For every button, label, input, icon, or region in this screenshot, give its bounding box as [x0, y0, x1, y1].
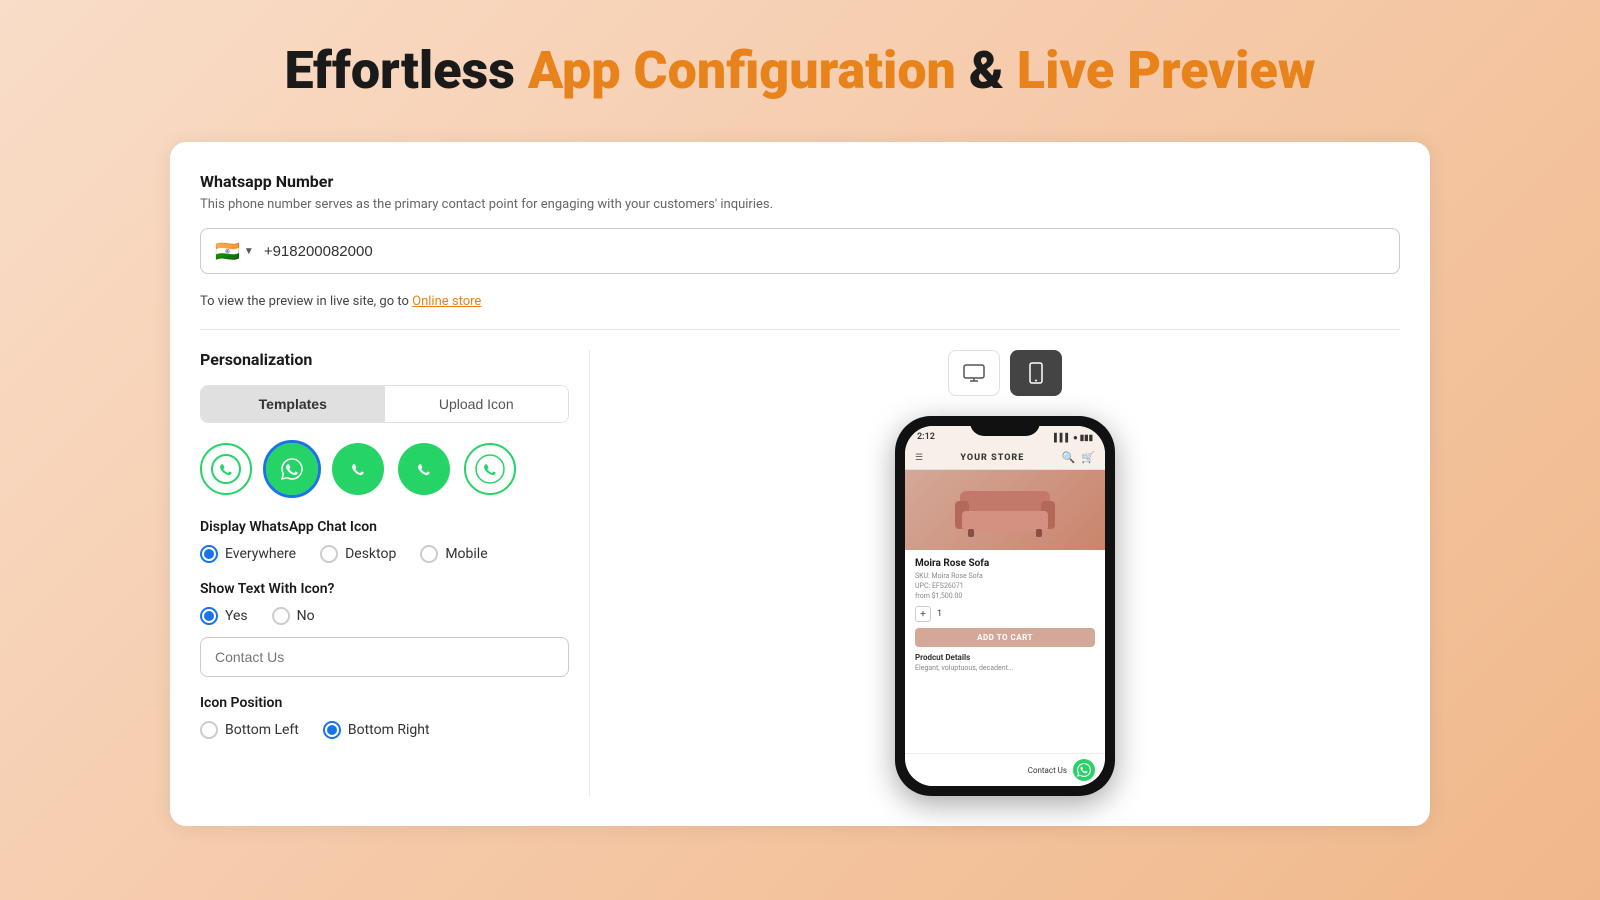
preview-note: To view the preview in live site, go to … [200, 294, 1400, 309]
radio-desktop[interactable]: Desktop [320, 545, 396, 563]
wa-template-icon-4[interactable] [398, 443, 450, 495]
radio-yes-circle [200, 607, 218, 625]
product-sku: SKU: Moira Rose Sofa [915, 572, 1095, 580]
show-text-group: Show Text With Icon? Yes No [200, 581, 569, 677]
monitor-icon [963, 364, 985, 382]
phone-input-wrapper: 🇮🇳 ▼ [200, 228, 1400, 274]
radio-mobile-label: Mobile [445, 546, 487, 562]
radio-bottom-right-circle [323, 721, 341, 739]
nav-icons: 🔍 🛒 [1062, 451, 1095, 464]
phone-nav-bar: ☰ YOUR STORE 🔍 🛒 [905, 446, 1105, 470]
title-word4: Live Preview [1017, 40, 1316, 101]
icon-position-label: Icon Position [200, 695, 569, 711]
product-upc: UPC: EFS26071 [915, 582, 1095, 590]
icon-position-radio-group: Bottom Left Bottom Right [200, 721, 569, 739]
product-description: Elegant, voluptuous, decadent... [915, 664, 1095, 672]
qty-minus-btn[interactable]: + [915, 606, 931, 622]
chevron-down-icon: ▼ [244, 246, 254, 257]
radio-bottom-right[interactable]: Bottom Right [323, 721, 430, 739]
main-card: Whatsapp Number This phone number serves… [170, 142, 1430, 826]
hamburger-icon: ☰ [915, 453, 923, 463]
whatsapp-bar: Contact Us [905, 753, 1105, 786]
whatsapp-section: Whatsapp Number This phone number serves… [200, 172, 1400, 309]
flag-icon: 🇮🇳 [215, 239, 240, 263]
wa-template-icon-3[interactable] [332, 443, 384, 495]
phone-frame: 2:12 ▌▌▌ ● ▮▮▮ ☰ YOUR STORE 🔍 🛒 [895, 416, 1115, 796]
desktop-device-btn[interactable] [948, 350, 1000, 396]
personalization-title: Personalization [200, 350, 569, 369]
product-name: Moira Rose Sofa [915, 558, 1095, 569]
display-icon-group: Display WhatsApp Chat Icon Everywhere De… [200, 519, 569, 563]
tab-bar: Templates Upload Icon [200, 385, 569, 423]
cart-icon: 🛒 [1081, 451, 1095, 464]
phone-number-input[interactable] [264, 243, 1385, 260]
title-word2: App Configuration [528, 40, 956, 101]
sofa-illustration [950, 483, 1060, 538]
phone-time: 2:12 [917, 432, 935, 442]
contact-text-input[interactable] [200, 637, 569, 677]
product-details-header: Prodcut Details [915, 653, 1095, 662]
radio-bottom-left-label: Bottom Left [225, 722, 299, 738]
radio-everywhere-inner [204, 549, 214, 559]
wa-template-icon-2[interactable] [266, 443, 318, 495]
add-to-cart-btn[interactable]: ADD TO CART [915, 628, 1095, 647]
show-text-label: Show Text With Icon? [200, 581, 569, 597]
section-divider [200, 329, 1400, 330]
device-selector [948, 350, 1062, 396]
title-word3: & [969, 40, 1017, 101]
tab-upload-icon[interactable]: Upload Icon [385, 386, 569, 422]
radio-no-circle [272, 607, 290, 625]
radio-mobile[interactable]: Mobile [420, 545, 487, 563]
radio-desktop-label: Desktop [345, 546, 396, 562]
contact-text-wrapper [200, 637, 569, 677]
radio-no[interactable]: No [272, 607, 315, 625]
radio-bottom-left[interactable]: Bottom Left [200, 721, 299, 739]
whatsapp-chat-icon [1077, 763, 1091, 777]
contact-us-text: Contact Us [1028, 766, 1067, 775]
whatsapp-float-icon[interactable] [1073, 759, 1095, 781]
radio-everywhere-circle [200, 545, 218, 563]
radio-bottom-right-inner [327, 725, 337, 735]
whatsapp-desc: This phone number serves as the primary … [200, 197, 1400, 212]
qty-value: 1 [937, 609, 942, 619]
quantity-row: + 1 [915, 606, 1095, 622]
tab-templates[interactable]: Templates [201, 386, 385, 422]
radio-bottom-right-label: Bottom Right [348, 722, 430, 738]
display-icon-radio-group: Everywhere Desktop Mobile [200, 545, 569, 563]
show-text-radio-group: Yes No [200, 607, 569, 625]
template-icons [200, 443, 569, 495]
left-panel: Personalization Templates Upload Icon [200, 350, 590, 796]
whatsapp-label: Whatsapp Number [200, 172, 1400, 191]
icon-position-group: Icon Position Bottom Left Bottom Right [200, 695, 569, 739]
wa-template-icon-1[interactable] [200, 443, 252, 495]
radio-everywhere-label: Everywhere [225, 546, 296, 562]
online-store-link[interactable]: Online store [412, 294, 481, 309]
phone-status-icons: ▌▌▌ ● ▮▮▮ [1054, 433, 1093, 442]
right-panel: 2:12 ▌▌▌ ● ▮▮▮ ☰ YOUR STORE 🔍 🛒 [590, 350, 1400, 796]
display-icon-label: Display WhatsApp Chat Icon [200, 519, 569, 535]
radio-yes[interactable]: Yes [200, 607, 248, 625]
phone-screen: 2:12 ▌▌▌ ● ▮▮▮ ☰ YOUR STORE 🔍 🛒 [905, 426, 1105, 786]
flag-selector[interactable]: 🇮🇳 ▼ [215, 239, 254, 263]
radio-everywhere[interactable]: Everywhere [200, 545, 296, 563]
bottom-panels: Personalization Templates Upload Icon [200, 350, 1400, 796]
phone-notch [970, 416, 1040, 436]
radio-no-label: No [297, 608, 315, 624]
radio-mobile-circle [420, 545, 438, 563]
title-word1: Effortless [284, 40, 514, 101]
radio-yes-inner [204, 611, 214, 621]
radio-bottom-left-circle [200, 721, 218, 739]
product-info: Moira Rose Sofa SKU: Moira Rose Sofa UPC… [905, 550, 1105, 680]
search-icon: 🔍 [1062, 451, 1076, 464]
product-image [905, 470, 1105, 550]
wa-template-icon-5[interactable] [464, 443, 516, 495]
radio-desktop-circle [320, 545, 338, 563]
radio-yes-label: Yes [225, 608, 248, 624]
mobile-icon [1029, 362, 1043, 384]
page-title: Effortless App Configuration & Live Prev… [284, 40, 1315, 102]
store-name: YOUR STORE [960, 453, 1024, 463]
mobile-device-btn[interactable] [1010, 350, 1062, 396]
product-price: from $1,500.00 [915, 592, 1095, 600]
